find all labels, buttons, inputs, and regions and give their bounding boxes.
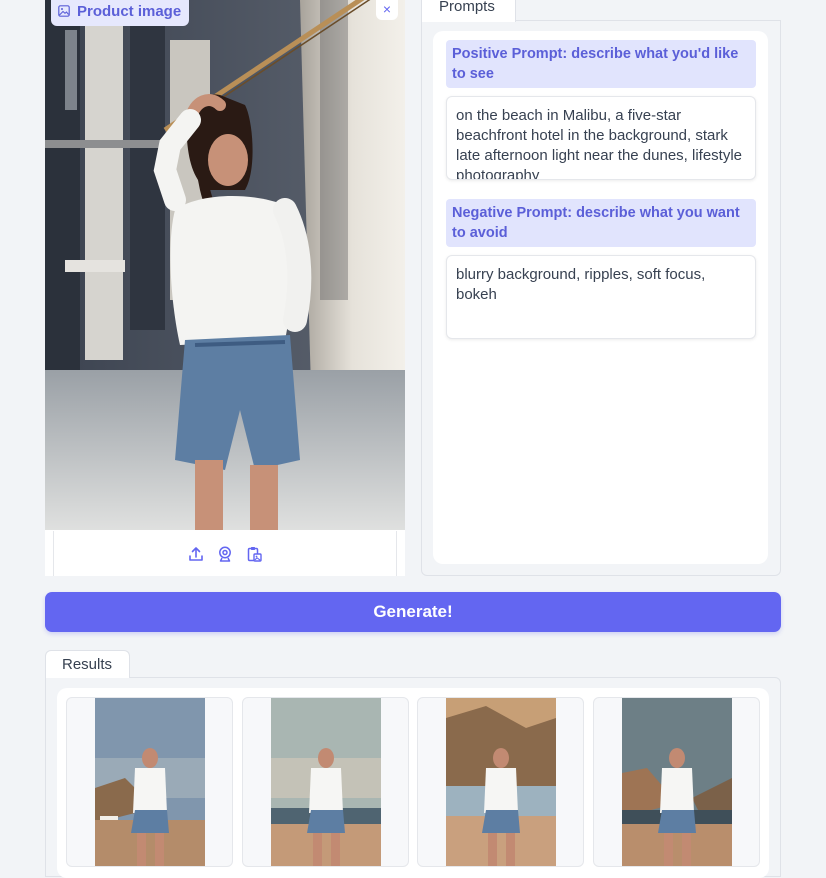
product-image-title: Product image	[77, 2, 182, 20]
generate-button[interactable]: Generate!	[45, 592, 781, 632]
close-icon[interactable]: ×	[376, 0, 398, 20]
result-thumbnail[interactable]	[417, 697, 584, 867]
image-icon	[58, 5, 70, 17]
clipboard-icon[interactable]	[246, 546, 262, 562]
image-source-toolbar	[53, 531, 397, 576]
negative-prompt-textarea[interactable]: blurry background, ripples, soft focus, …	[446, 255, 756, 339]
result-thumbnail[interactable]	[66, 697, 233, 867]
negative-prompt-label: Negative Prompt: describe what you want …	[446, 199, 756, 247]
tab-results[interactable]: Results	[45, 650, 130, 678]
webcam-icon[interactable]	[217, 546, 233, 562]
tab-prompts[interactable]: Prompts	[421, 0, 516, 22]
positive-prompt-textarea[interactable]: on the beach in Malibu, a five-star beac…	[446, 96, 756, 180]
product-image-label: Product image	[51, 0, 190, 26]
result-thumbnail[interactable]	[593, 697, 760, 867]
product-photo	[45, 0, 405, 530]
upload-icon[interactable]	[188, 546, 204, 562]
result-thumbnail[interactable]	[242, 697, 409, 867]
positive-prompt-label: Positive Prompt: describe what you'd lik…	[446, 40, 756, 88]
